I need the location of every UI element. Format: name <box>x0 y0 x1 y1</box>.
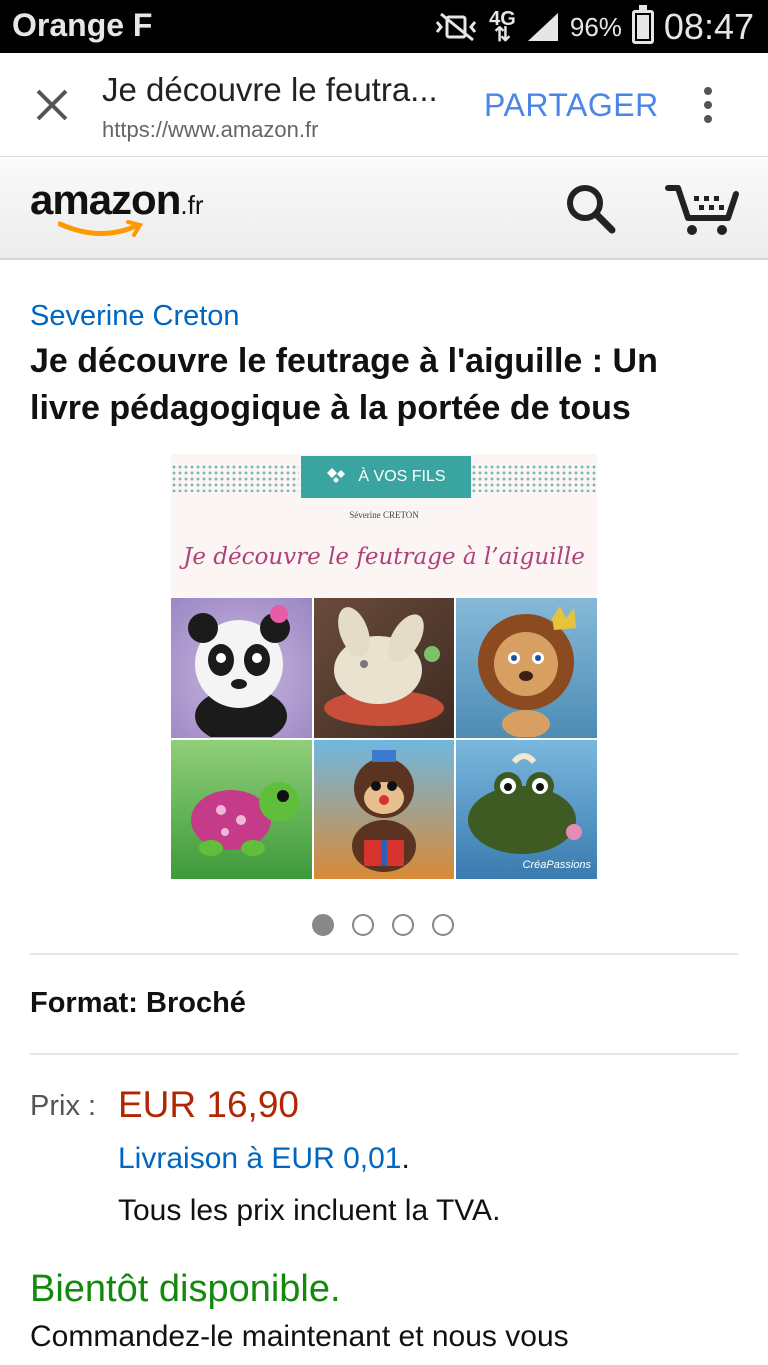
cover-title: Je découvre le feutrage à l’aiguille <box>183 544 585 570</box>
custom-tab-toolbar: Je découvre le feutra... https://www.ama… <box>0 53 768 157</box>
cover-photo-grid: CréaPassions <box>171 598 597 879</box>
image-carousel-indicator[interactable] <box>312 914 454 936</box>
delivery-period: . <box>401 1142 410 1175</box>
amazon-logo[interactable]: amazon.fr <box>30 176 204 237</box>
smile-arrow-icon <box>58 220 144 237</box>
carousel-dot[interactable] <box>432 914 454 936</box>
page-url: https://www.amazon.fr <box>102 117 319 142</box>
rabbit-photo <box>313 598 455 738</box>
delivery-link[interactable]: Livraison à EUR 0,01 <box>118 1142 401 1175</box>
close-tab-button[interactable] <box>28 81 76 129</box>
carousel-dot[interactable] <box>352 914 374 936</box>
clock: 08:47 <box>663 6 754 47</box>
cover-header: À VOS FILS Séverine CRETON Je découvre l… <box>171 454 597 598</box>
battery-icon <box>631 5 654 44</box>
logo-tld: .fr <box>180 190 204 220</box>
cart-button[interactable] <box>664 180 742 238</box>
turtle-photo <box>171 739 312 879</box>
battery-percentage: 96% <box>569 11 622 42</box>
vat-note: Tous les prix incluent la TVA. <box>118 1194 501 1227</box>
author-link[interactable]: Severine Creton <box>30 300 240 333</box>
overflow-menu-button[interactable] <box>690 83 726 127</box>
cover-dot-pattern <box>471 464 597 492</box>
search-icon <box>567 185 616 234</box>
status-icons: 4G ⇅ 96% 08:47 <box>433 5 754 48</box>
order-note: Commandez-le maintenant et nous vous <box>30 1320 569 1353</box>
search-button[interactable] <box>562 180 620 238</box>
cover-series-badge: À VOS FILS <box>301 456 471 498</box>
menu-dot-icon <box>704 87 712 95</box>
share-button[interactable]: PARTAGER <box>484 87 659 124</box>
monkey-photo <box>313 739 455 879</box>
carousel-dot[interactable] <box>312 914 334 936</box>
network-type-icon: 4G ⇅ <box>489 9 516 45</box>
format-selector[interactable]: Format: Broché <box>30 987 246 1020</box>
page-title: Je découvre le feutra... <box>102 71 438 108</box>
price-label: Prix : <box>30 1090 97 1122</box>
logo-wordmark: amazon <box>30 176 181 223</box>
panda-photo <box>171 598 312 738</box>
cover-series-label: À VOS FILS <box>358 468 446 485</box>
price-value: EUR 16,90 <box>118 1084 299 1125</box>
divider <box>30 953 738 955</box>
product-title: Je découvre le feutrage à l'aiguille : U… <box>30 342 658 427</box>
site-header: amazon.fr <box>0 158 768 260</box>
menu-dot-icon <box>704 101 712 109</box>
divider <box>30 1053 738 1055</box>
carrier-name: Orange F <box>12 7 153 43</box>
close-icon <box>36 89 68 121</box>
cover-dot-pattern <box>171 464 299 492</box>
menu-dot-icon <box>704 115 712 123</box>
product-cover-image[interactable]: À VOS FILS Séverine CRETON Je découvre l… <box>171 454 597 879</box>
status-bar: Orange F 4G ⇅ 96% 08:47 <box>0 0 768 53</box>
cart-icon <box>665 185 739 235</box>
delivery-info: Livraison à EUR 0,01. <box>118 1142 410 1176</box>
signal-strength-icon <box>526 11 560 43</box>
diamond-icon <box>327 468 346 483</box>
cover-publisher: CréaPassions <box>522 859 591 871</box>
cover-author: Séverine CRETON <box>349 510 419 520</box>
lion-photo <box>456 598 597 738</box>
crocodile-photo: CréaPassions <box>456 739 597 879</box>
vibrate-mute-icon <box>433 12 479 42</box>
carousel-dot[interactable] <box>392 914 414 936</box>
availability-status: Bientôt disponible. <box>30 1268 341 1310</box>
